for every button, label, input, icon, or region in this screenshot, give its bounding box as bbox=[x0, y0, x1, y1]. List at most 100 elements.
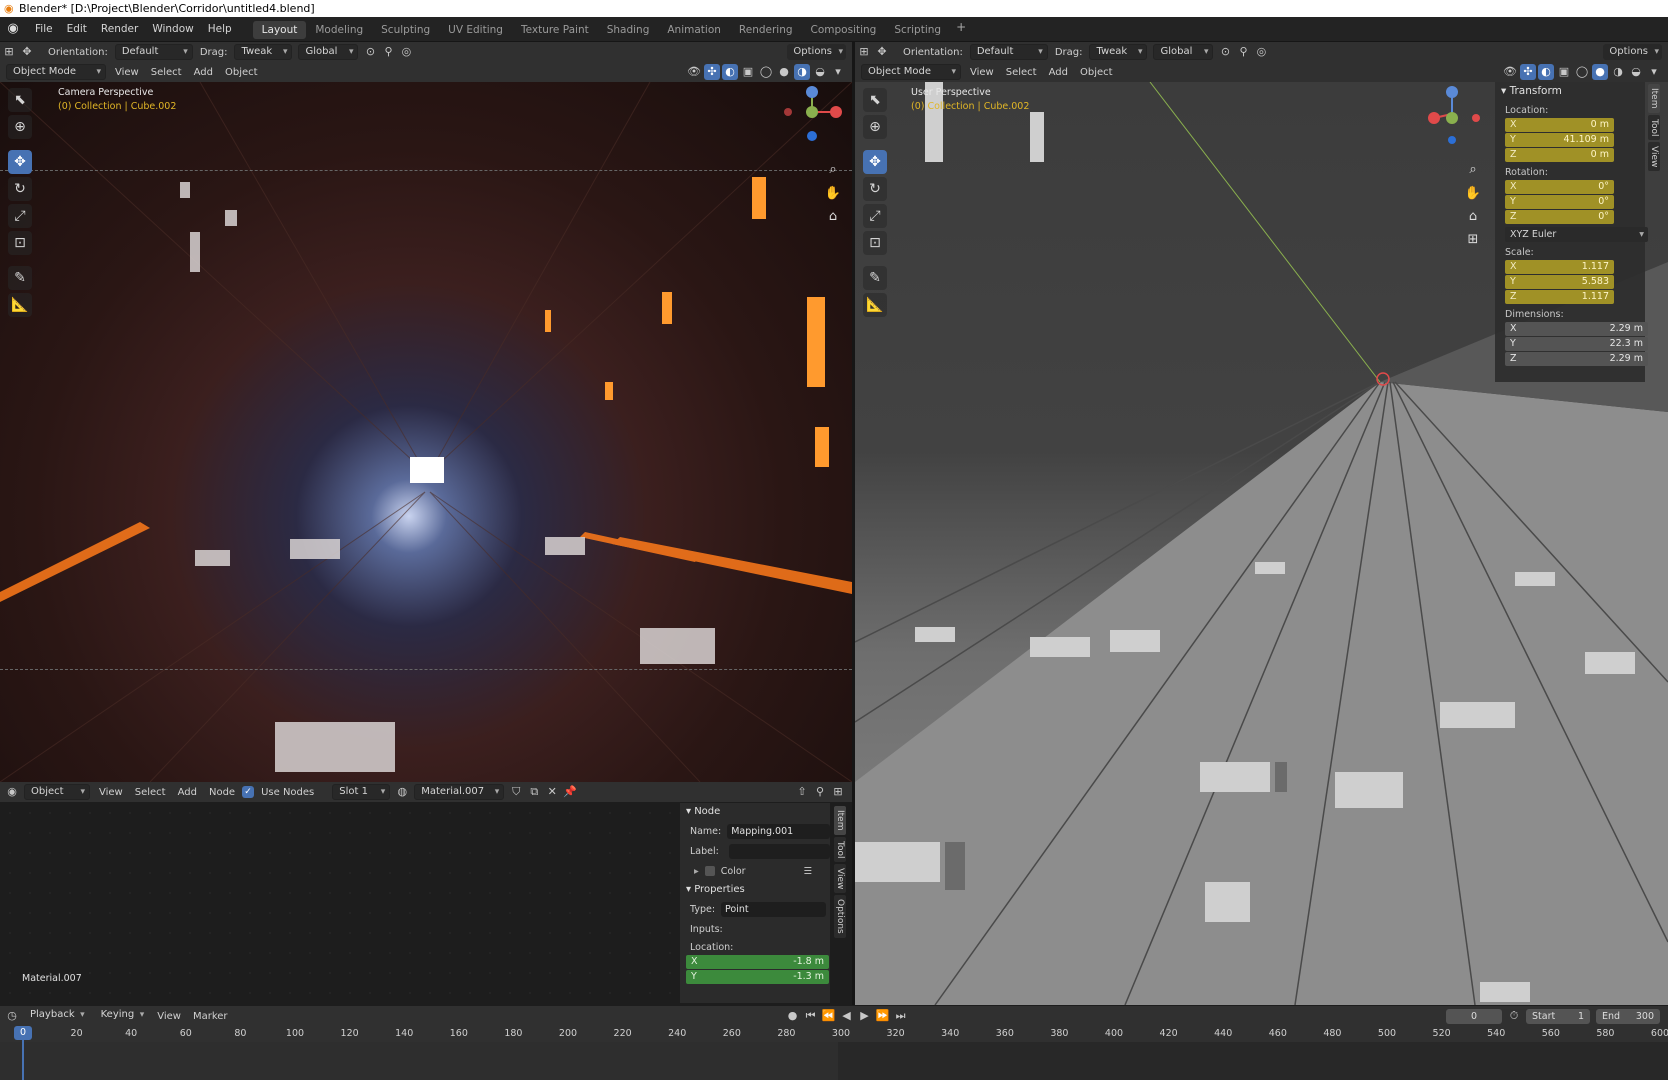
annotate-tool-icon[interactable]: ✎ bbox=[863, 266, 887, 290]
proportional-edit-icon[interactable]: ◎ bbox=[398, 44, 414, 60]
menu-window[interactable]: Window bbox=[145, 17, 200, 42]
overlay-icon[interactable]: ◐ bbox=[1538, 64, 1554, 80]
timeline-ruler[interactable]: 20 40 60 80 100 120 140 160 180 200 220 240 260 280 30… bbox=[0, 1026, 1668, 1042]
transform-header[interactable]: ▾ Transform bbox=[1495, 82, 1645, 100]
node-name-input[interactable]: Mapping.001 bbox=[727, 823, 830, 839]
options-dropdown[interactable]: Options bbox=[787, 44, 846, 60]
use-nodes-checkbox[interactable]: ✓ bbox=[242, 786, 255, 798]
duplicate-material-icon[interactable]: ⧉ bbox=[526, 784, 542, 800]
tab-item[interactable]: Item bbox=[834, 806, 846, 835]
object-mode-dropdown[interactable]: Object Mode bbox=[6, 64, 106, 80]
current-frame-field[interactable]: 0 bbox=[1446, 1008, 1502, 1024]
play-icon[interactable]: ▶ bbox=[857, 1008, 873, 1024]
camera-view-icon[interactable]: ⌂ bbox=[1463, 207, 1483, 227]
overlay-icon[interactable]: ◐ bbox=[722, 64, 738, 80]
blender-menu-icon[interactable]: ◉ bbox=[4, 20, 22, 38]
tab-sculpting[interactable]: Sculpting bbox=[372, 21, 439, 39]
visibility-icon[interactable]: 👁 bbox=[1502, 64, 1518, 80]
menu-add[interactable]: Add bbox=[188, 67, 219, 78]
tab-animation[interactable]: Animation bbox=[658, 21, 730, 39]
tab-options[interactable]: Options bbox=[834, 895, 846, 939]
dimensions-y-field[interactable]: Y 22.3 m bbox=[1505, 337, 1648, 351]
end-frame-field[interactable]: End 300 bbox=[1596, 1008, 1660, 1024]
dimensions-x-field[interactable]: X 2.29 m bbox=[1505, 322, 1648, 336]
menu-view[interactable]: View bbox=[93, 787, 129, 798]
menu-select[interactable]: Select bbox=[129, 787, 172, 798]
tab-view[interactable]: View bbox=[834, 863, 846, 894]
tab-tool[interactable]: Tool bbox=[834, 836, 846, 862]
menu-view[interactable]: View bbox=[964, 67, 1000, 78]
scale-tool-icon[interactable]: ⤢ bbox=[863, 204, 887, 228]
wireframe-shading-icon[interactable]: ◯ bbox=[758, 64, 774, 80]
editor-type-icon[interactable]: ⊞ bbox=[856, 44, 872, 60]
menu-add[interactable]: Add bbox=[1043, 67, 1074, 78]
orientation-dropdown[interactable]: Default bbox=[969, 44, 1048, 60]
xray-icon[interactable]: ▣ bbox=[1556, 64, 1572, 80]
tab-compositing[interactable]: Compositing bbox=[802, 21, 886, 39]
menu-select[interactable]: Select bbox=[145, 67, 188, 78]
menu-edit[interactable]: Edit bbox=[60, 17, 94, 42]
properties-panel-header[interactable]: ▾ Properties bbox=[680, 881, 830, 899]
location-x-field[interactable]: X0 m bbox=[1505, 118, 1614, 132]
tab-item[interactable]: Item bbox=[1648, 84, 1660, 113]
navigation-gizmo-icon[interactable] bbox=[1420, 82, 1490, 152]
drag-dropdown[interactable]: Tweak bbox=[234, 44, 293, 60]
menu-object[interactable]: Object bbox=[1074, 67, 1119, 78]
rotate-tool-icon[interactable]: ↻ bbox=[863, 177, 887, 201]
snap-icon[interactable]: ⚲ bbox=[1235, 44, 1251, 60]
material-browse-icon[interactable]: ◍ bbox=[394, 784, 410, 800]
camera-viewport[interactable]: Camera Perspective (0) Collection | Cube… bbox=[0, 82, 852, 782]
menu-view[interactable]: View bbox=[151, 1011, 187, 1022]
menu-node[interactable]: Node bbox=[203, 787, 241, 798]
prev-keyframe-icon[interactable]: ⏪ bbox=[821, 1008, 837, 1024]
playback-menu[interactable]: Playback bbox=[24, 1008, 89, 1024]
shading-dropdown-icon[interactable]: ▾ bbox=[830, 64, 846, 80]
solid-shading-icon[interactable]: ● bbox=[776, 64, 792, 80]
menu-add[interactable]: Add bbox=[172, 787, 203, 798]
xray-icon[interactable]: ▣ bbox=[740, 64, 756, 80]
pan-hand-icon[interactable]: ✋ bbox=[1463, 184, 1483, 204]
tab-shading[interactable]: Shading bbox=[598, 21, 659, 39]
menu-view[interactable]: View bbox=[109, 67, 145, 78]
select-box-tool-icon[interactable]: ⬉ bbox=[863, 88, 887, 112]
tab-view[interactable]: View bbox=[1648, 141, 1660, 172]
transform-orientation-dropdown[interactable]: Global bbox=[298, 44, 359, 60]
tab-rendering[interactable]: Rendering bbox=[730, 21, 802, 39]
rotation-x-field[interactable]: X 0° bbox=[1505, 180, 1614, 194]
tab-texture-paint[interactable]: Texture Paint bbox=[512, 21, 598, 39]
rendered-shading-icon[interactable]: ◒ bbox=[812, 64, 828, 80]
material-name-field[interactable]: Material.007 bbox=[414, 784, 505, 800]
proportional-edit-icon[interactable]: ◎ bbox=[1253, 44, 1269, 60]
navigation-gizmo-icon[interactable] bbox=[780, 82, 850, 152]
transform-orientation-dropdown[interactable]: Global bbox=[1153, 44, 1214, 60]
timeline-track[interactable] bbox=[0, 1042, 1668, 1080]
orientation-dropdown[interactable]: Default bbox=[114, 44, 193, 60]
scale-tool-icon[interactable]: ⤢ bbox=[8, 204, 32, 228]
rotate-tool-icon[interactable]: ↻ bbox=[8, 177, 32, 201]
menu-file[interactable]: File bbox=[28, 17, 60, 42]
rotation-z-field[interactable]: Z 0° bbox=[1505, 210, 1614, 224]
zoom-icon[interactable]: ⌕ bbox=[823, 160, 843, 180]
color-checkbox[interactable] bbox=[704, 866, 715, 876]
measure-tool-icon[interactable]: 📐 bbox=[8, 293, 32, 317]
scale-z-field[interactable]: Z 1.117 bbox=[1505, 290, 1614, 304]
location-y-field[interactable]: Y 41.109 m bbox=[1505, 133, 1614, 147]
input-location-y-field[interactable]: Y -1.3 m bbox=[686, 970, 829, 984]
gizmo-icon[interactable]: ✣ bbox=[704, 64, 720, 80]
tab-tool[interactable]: Tool bbox=[1648, 114, 1660, 140]
material-shading-icon[interactable]: ◑ bbox=[794, 64, 810, 80]
cursor-tool-icon[interactable]: ⊕ bbox=[863, 115, 887, 139]
menu-marker[interactable]: Marker bbox=[187, 1011, 234, 1022]
node-label-input[interactable] bbox=[728, 843, 830, 859]
add-workspace-icon[interactable]: + bbox=[950, 20, 972, 39]
pivot-icon[interactable]: ⊙ bbox=[362, 44, 378, 60]
options-dropdown[interactable]: Options bbox=[1603, 44, 1662, 60]
drag-dropdown[interactable]: Tweak bbox=[1089, 44, 1148, 60]
annotate-tool-icon[interactable]: ✎ bbox=[8, 266, 32, 290]
location-z-field[interactable]: Z0 m bbox=[1505, 148, 1614, 162]
fake-user-icon[interactable]: ⛉ bbox=[508, 784, 524, 800]
shader-type-dropdown[interactable]: Object bbox=[24, 784, 90, 800]
pan-hand-icon[interactable]: ✋ bbox=[823, 184, 843, 204]
area-divider[interactable] bbox=[852, 42, 855, 1005]
tab-uv-editing[interactable]: UV Editing bbox=[439, 21, 512, 39]
